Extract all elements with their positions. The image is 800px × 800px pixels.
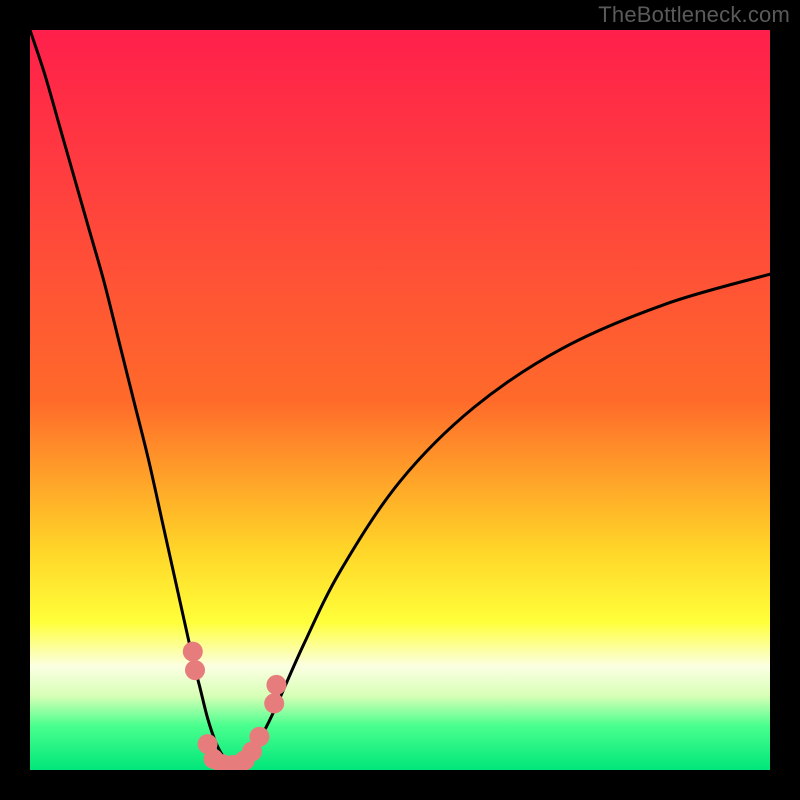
data-marker — [264, 693, 284, 713]
data-marker — [183, 642, 203, 662]
chart-frame: TheBottleneck.com — [0, 0, 800, 800]
plot-area — [30, 30, 770, 770]
watermark-text: TheBottleneck.com — [598, 2, 790, 28]
data-marker — [249, 727, 269, 747]
data-marker — [185, 660, 205, 680]
heatmap-gradient — [30, 30, 770, 770]
data-marker — [266, 675, 286, 695]
chart-svg — [30, 30, 770, 770]
